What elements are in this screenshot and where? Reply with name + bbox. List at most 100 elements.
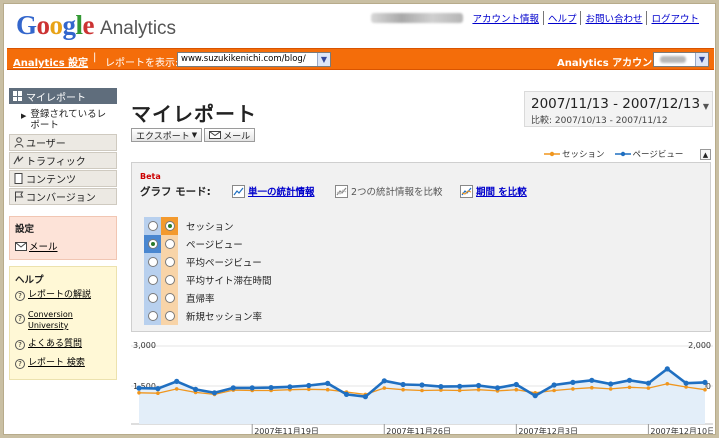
pageviews-point[interactable] [193, 386, 199, 392]
radio-pageviews-orange[interactable] [164, 239, 175, 249]
sidebar-item-my-report[interactable]: マイレポート [9, 88, 117, 104]
sessions-point[interactable] [325, 387, 330, 392]
sessions-point[interactable] [174, 387, 179, 391]
orange-series-radio-cell[interactable] [161, 235, 178, 253]
pageviews-point[interactable] [155, 386, 161, 392]
sessions-point[interactable] [420, 388, 424, 393]
profile-select[interactable]: www.suzukikenichi.com/blog/ ▼ [177, 52, 331, 67]
blue-series-radio-cell[interactable] [144, 289, 161, 307]
radio-avg-time-orange[interactable] [164, 275, 175, 285]
pageviews-point[interactable] [419, 382, 425, 388]
pageviews-point[interactable] [494, 385, 501, 391]
pageviews-point[interactable] [683, 380, 689, 386]
pageviews-point[interactable] [438, 384, 444, 390]
pageviews-point[interactable] [249, 385, 255, 391]
pageviews-point[interactable] [211, 390, 218, 396]
mode-compare-period-link[interactable]: 期間 を比較 [476, 184, 527, 198]
radio-sessions-blue[interactable] [147, 221, 158, 231]
help-faq-link[interactable]: よくある質問 [28, 339, 82, 350]
pageviews-point[interactable] [174, 378, 180, 384]
sessions-point[interactable] [382, 386, 387, 390]
sidebar-item-conversion[interactable]: コンバージョン [9, 188, 117, 205]
analytics-settings-link[interactable]: Analytics 設定 [13, 54, 88, 69]
radio-new-sessions-blue[interactable] [147, 311, 158, 321]
blue-series-radio-cell[interactable] [144, 235, 161, 253]
pageviews-point[interactable] [702, 379, 708, 385]
sessions-point[interactable] [703, 387, 707, 392]
sessions-point[interactable] [476, 387, 481, 392]
chevron-down-icon[interactable]: ▼ [317, 53, 330, 66]
chevron-down-icon[interactable]: ▼ [695, 53, 708, 66]
sessions-point[interactable] [646, 386, 651, 390]
account-select[interactable]: ▼ [653, 52, 709, 67]
pageviews-point[interactable] [268, 385, 274, 391]
pageviews-point[interactable] [476, 382, 482, 389]
pageviews-point[interactable] [230, 385, 236, 391]
sessions-point[interactable] [665, 382, 670, 386]
pageviews-point[interactable] [664, 366, 670, 372]
sidebar-item-content[interactable]: コンテンツ [9, 170, 117, 187]
date-range-picker[interactable]: 2007/11/13 - 2007/12/13 比較: 2007/10/13 -… [524, 91, 713, 127]
contact-link[interactable]: お問い合わせ [580, 11, 646, 25]
google-analytics-logo[interactable]: Google Analytics [16, 10, 176, 40]
collapse-panel-button[interactable]: ▲ [700, 149, 711, 160]
sessions-point[interactable] [627, 385, 632, 390]
help-link[interactable]: ヘルプ [542, 11, 581, 25]
orange-series-radio-cell[interactable] [161, 289, 178, 307]
logout-link[interactable]: ログアウト [646, 11, 703, 25]
pageviews-point[interactable] [457, 383, 463, 389]
sidebar-item-users[interactable]: ユーザー [9, 134, 117, 151]
sessions-point[interactable] [137, 391, 141, 395]
orange-series-radio-cell[interactable] [161, 217, 178, 235]
pageviews-point[interactable] [343, 391, 350, 397]
mode-single[interactable]: 単一の統計情報 [232, 184, 315, 198]
pageviews-point[interactable] [570, 379, 576, 385]
blue-series-radio-cell[interactable] [144, 253, 161, 271]
mode-compare-period[interactable]: 期間 を比較 [460, 184, 527, 198]
orange-series-radio-cell[interactable] [161, 307, 178, 325]
pageviews-point[interactable] [589, 377, 595, 383]
sessions-point[interactable] [514, 387, 519, 392]
pageviews-point[interactable] [400, 381, 406, 388]
radio-new-sessions-orange[interactable] [164, 311, 175, 321]
mode-single-link[interactable]: 単一の統計情報 [248, 184, 315, 198]
settings-mail-link[interactable]: メール [15, 239, 111, 253]
pageviews-point[interactable] [608, 381, 614, 387]
chevron-down-icon[interactable]: ▼ [703, 102, 709, 111]
pageviews-point[interactable] [532, 393, 538, 399]
blue-series-radio-cell[interactable] [144, 307, 161, 325]
sessions-point[interactable] [401, 387, 405, 392]
sidebar-item-traffic[interactable]: トラフィック [9, 152, 117, 169]
radio-sessions-orange[interactable] [164, 221, 175, 231]
mode-compare-two[interactable]: 2つの統計情報を比較 [335, 184, 443, 198]
pageviews-point[interactable] [513, 381, 519, 388]
account-info-link[interactable]: アカウント情報 [468, 11, 543, 25]
radio-avg-time-blue[interactable] [147, 275, 158, 285]
pageviews-point[interactable] [362, 394, 368, 400]
radio-bounce-orange[interactable] [164, 293, 175, 303]
export-button[interactable]: エクスポート ▼ [131, 128, 203, 142]
blue-series-radio-cell[interactable] [144, 271, 161, 289]
help-conversion-university-link[interactable]: Conversion University [28, 309, 111, 331]
orange-series-radio-cell[interactable] [161, 271, 178, 289]
radio-avg-pageviews-orange[interactable] [164, 257, 175, 267]
sessions-point[interactable] [590, 385, 594, 390]
help-report-search-link[interactable]: レポート 検索 [28, 358, 85, 369]
pageviews-point[interactable] [287, 384, 293, 390]
sessions-point[interactable] [552, 388, 556, 393]
pageviews-point[interactable] [325, 380, 331, 386]
orange-series-radio-cell[interactable] [161, 253, 178, 271]
sessions-point[interactable] [156, 391, 160, 395]
sessions-point[interactable] [608, 387, 613, 391]
pageviews-point[interactable] [381, 378, 387, 384]
pageviews-point[interactable] [306, 382, 312, 389]
pageviews-point[interactable] [551, 382, 557, 388]
sessions-point[interactable] [457, 388, 462, 393]
radio-pageviews-blue[interactable] [147, 239, 158, 249]
sidebar-item-registered-reports[interactable]: ▶ 登録されているレポート [9, 104, 117, 133]
blue-series-radio-cell[interactable] [144, 217, 161, 235]
mail-button[interactable]: メール [204, 128, 256, 142]
pageviews-point[interactable] [645, 380, 652, 386]
sessions-point[interactable] [571, 387, 575, 391]
help-report-guide-link[interactable]: レポートの解説 [28, 290, 91, 301]
